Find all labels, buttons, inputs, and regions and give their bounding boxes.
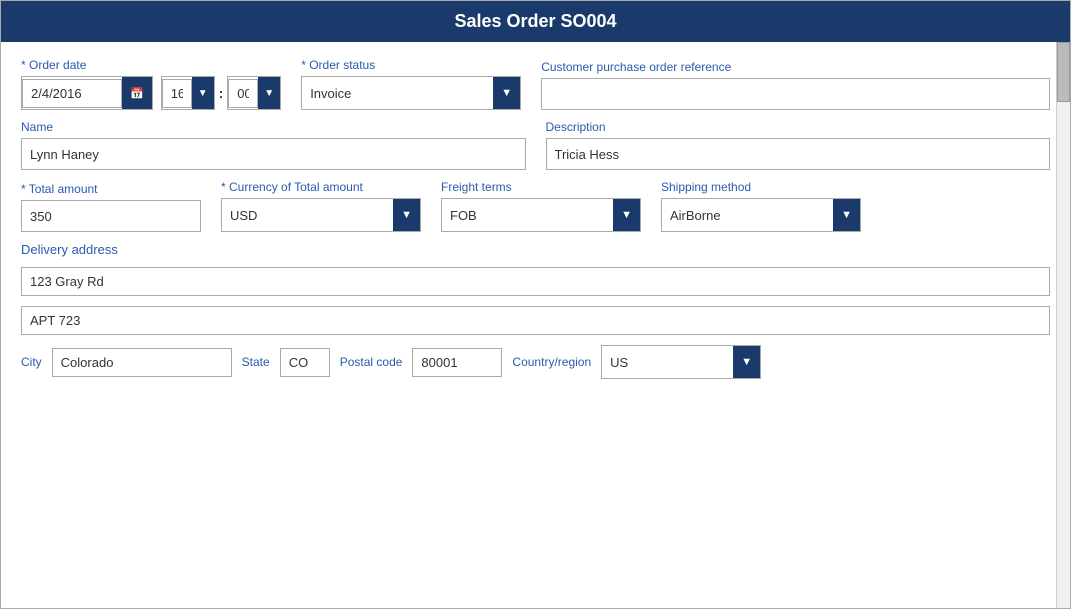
shipping-select-wrapper: AirBorne Ground Sea ▼ xyxy=(661,198,861,232)
title-text: Sales Order SO004 xyxy=(454,11,616,31)
postal-label: Postal code xyxy=(340,355,403,369)
freight-terms-group: Freight terms FOB CIF EXW ▼ xyxy=(441,180,641,232)
hour-select: ▼ xyxy=(161,76,215,110)
currency-select[interactable]: USD EUR GBP xyxy=(222,202,393,229)
order-status-dropdown-button[interactable]: ▼ xyxy=(493,77,520,109)
shipping-method-group: Shipping method AirBorne Ground Sea ▼ xyxy=(661,180,861,232)
sales-order-window: Sales Order SO004 Order date 📅 ▼ xyxy=(0,0,1071,609)
customer-po-input[interactable] xyxy=(541,78,1050,110)
description-input[interactable] xyxy=(546,138,1051,170)
order-status-group: Order status Invoice Draft Confirmed Can… xyxy=(301,58,521,110)
freight-select-wrapper: FOB CIF EXW ▼ xyxy=(441,198,641,232)
minute-input[interactable] xyxy=(228,79,258,108)
name-input[interactable] xyxy=(21,138,526,170)
country-select[interactable]: US CA GB AU xyxy=(602,349,733,376)
shipping-dropdown-button[interactable]: ▼ xyxy=(833,199,860,231)
delivery-address-section: Delivery address xyxy=(21,242,1050,335)
address-line2-input[interactable] xyxy=(21,306,1050,335)
calendar-button[interactable]: 📅 xyxy=(122,77,152,109)
currency-label: Currency of Total amount xyxy=(221,180,421,194)
state-label: State xyxy=(242,355,270,369)
description-group: Description xyxy=(546,120,1051,170)
row-amounts: Total amount Currency of Total amount US… xyxy=(21,180,1050,232)
state-input[interactable] xyxy=(280,348,330,377)
total-amount-group: Total amount xyxy=(21,182,201,232)
currency-select-wrapper: USD EUR GBP ▼ xyxy=(221,198,421,232)
order-date-label: Order date xyxy=(21,58,281,72)
currency-dropdown-button[interactable]: ▼ xyxy=(393,199,420,231)
window-title: Sales Order SO004 xyxy=(1,1,1070,42)
city-label: City xyxy=(21,355,42,369)
freight-terms-select[interactable]: FOB CIF EXW xyxy=(442,202,613,229)
order-status-label: Order status xyxy=(301,58,521,72)
scrollbar[interactable] xyxy=(1056,42,1070,608)
freight-terms-label: Freight terms xyxy=(441,180,641,194)
hour-input[interactable] xyxy=(162,79,192,108)
hour-arrow-button[interactable]: ▼ xyxy=(192,77,214,109)
country-label: Country/region xyxy=(512,355,591,369)
shipping-method-select[interactable]: AirBorne Ground Sea xyxy=(662,202,833,229)
scrollbar-thumb[interactable] xyxy=(1057,42,1070,102)
city-input[interactable] xyxy=(52,348,232,377)
total-amount-input[interactable] xyxy=(21,200,201,232)
row-name-desc: Name Description xyxy=(21,120,1050,170)
freight-dropdown-button[interactable]: ▼ xyxy=(613,199,640,231)
form-content: Order date 📅 ▼ : ▼ xyxy=(1,42,1070,608)
address-line1-input[interactable] xyxy=(21,267,1050,296)
name-label: Name xyxy=(21,120,526,134)
shipping-method-label: Shipping method xyxy=(661,180,861,194)
description-label: Description xyxy=(546,120,1051,134)
minute-select: ▼ xyxy=(227,76,281,110)
delivery-address-label: Delivery address xyxy=(21,242,1050,257)
row-order-info: Order date 📅 ▼ : ▼ xyxy=(21,58,1050,110)
customer-po-group: Customer purchase order reference xyxy=(541,60,1050,110)
order-date-input[interactable] xyxy=(22,79,122,108)
order-date-group: Order date 📅 ▼ : ▼ xyxy=(21,58,281,110)
total-amount-label: Total amount xyxy=(21,182,201,196)
country-dropdown-button[interactable]: ▼ xyxy=(733,346,760,378)
time-colon: : xyxy=(217,85,226,101)
minute-arrow-button[interactable]: ▼ xyxy=(258,77,280,109)
postal-input[interactable] xyxy=(412,348,502,377)
customer-po-label: Customer purchase order reference xyxy=(541,60,1050,74)
country-select-wrapper: US CA GB AU ▼ xyxy=(601,345,761,379)
order-status-select-wrapper: Invoice Draft Confirmed Cancelled ▼ xyxy=(301,76,521,110)
order-date-input-wrapper: 📅 xyxy=(21,76,153,110)
order-status-select[interactable]: Invoice Draft Confirmed Cancelled xyxy=(302,80,493,107)
time-wrapper: ▼ : ▼ xyxy=(161,76,281,110)
currency-group: Currency of Total amount USD EUR GBP ▼ xyxy=(221,180,421,232)
name-group: Name xyxy=(21,120,526,170)
city-state-row: City State Postal code Country/region US… xyxy=(21,345,1050,379)
